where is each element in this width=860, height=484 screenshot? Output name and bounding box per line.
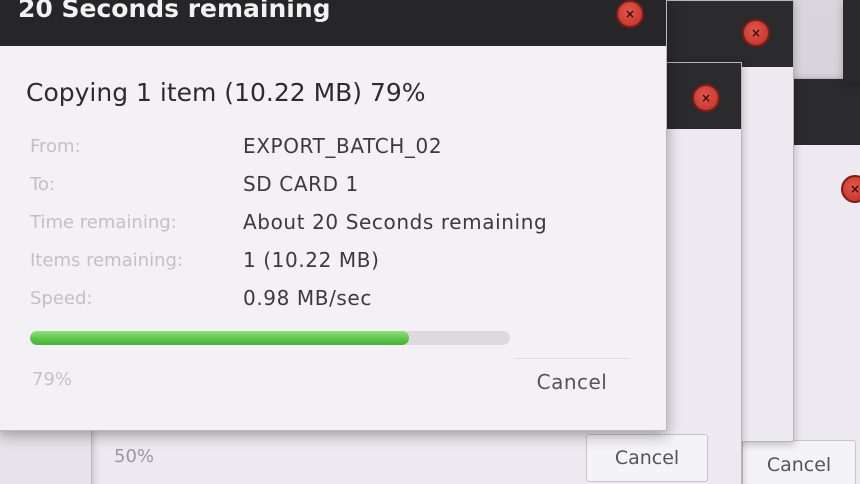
background-percent-label: 50%	[114, 446, 155, 467]
background-dialog-top-right	[843, 0, 860, 82]
copy-heading: Copying 1 item (10.22 MB) 79%	[26, 78, 426, 107]
progress-bar-fill	[30, 331, 410, 345]
dialog-title: 20 Seconds remaining	[18, 0, 331, 23]
close-icon[interactable]: ×	[841, 175, 860, 203]
close-icon[interactable]: ×	[742, 19, 770, 47]
background-dialog-right-titlebar	[791, 79, 860, 145]
cancel-button-right-dialog[interactable]: Cancel	[742, 440, 856, 484]
progress-bar	[30, 331, 510, 345]
items-remaining-value: 1 (10.22 MB)	[243, 248, 380, 272]
percent-label: 79%	[32, 369, 73, 390]
close-icon[interactable]: ×	[692, 84, 720, 112]
time-remaining-value: About 20 Seconds remaining	[243, 210, 548, 234]
close-icon[interactable]: ×	[616, 0, 644, 28]
from-value: EXPORT_BATCH_02	[243, 134, 443, 158]
copy-progress-dialog: 20 Seconds remaining × Copying 1 item (1…	[0, 0, 667, 431]
dialog-titlebar: 20 Seconds remaining	[0, 0, 666, 46]
to-label: To:	[30, 174, 56, 195]
from-label: From:	[30, 136, 81, 157]
time-remaining-label: Time remaining:	[30, 212, 177, 233]
items-remaining-label: Items remaining:	[30, 250, 184, 271]
screen: × Cancel × × 50% Cancel 36% 20 Seconds r…	[0, 0, 860, 484]
cancel-button-lower-dialog[interactable]: Cancel	[586, 434, 708, 482]
speed-label: Speed:	[30, 288, 93, 309]
to-value: SD CARD 1	[243, 172, 359, 196]
speed-value: 0.98 MB/sec	[243, 286, 372, 310]
background-dialog-right: ×	[790, 78, 860, 484]
cancel-button[interactable]: Cancel	[514, 358, 630, 405]
